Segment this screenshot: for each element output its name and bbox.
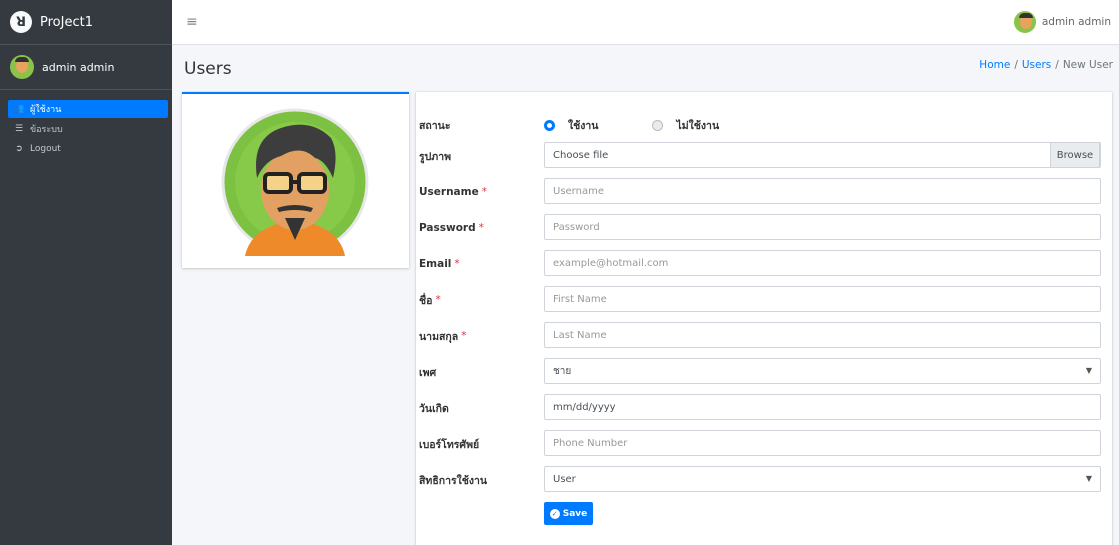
username-input[interactable]: Username: [544, 178, 1101, 204]
chevron-down-icon: ▼: [1085, 474, 1092, 483]
brand[interactable]: ꓤ ProJect1: [0, 0, 172, 45]
breadcrumb-home[interactable]: Home: [979, 59, 1010, 71]
birthday-label: วันเกิด: [419, 402, 449, 415]
breadcrumb-current: New User: [1062, 59, 1113, 71]
breadcrumb: Home / Users / New User: [979, 59, 1113, 71]
gender-select[interactable]: ชาย ▼: [544, 358, 1101, 384]
status-inactive-label: ไม่ใช้งาน: [676, 119, 720, 132]
radio-unchecked-icon[interactable]: [652, 119, 664, 131]
avatar-card: [182, 92, 409, 268]
menu-toggle-icon[interactable]: ≡: [186, 14, 198, 30]
username-label: Username *: [419, 186, 487, 198]
form-row-password: Password * Password: [416, 214, 1112, 242]
browse-button[interactable]: Browse: [1050, 142, 1100, 168]
form-row-status: สถานะ ใช้งาน ไม่ใช้งาน: [416, 111, 1112, 139]
birthday-date-input[interactable]: mm/dd/yyyy: [544, 394, 1101, 420]
sidebar-item-logout[interactable]: ➲ Logout: [8, 140, 168, 158]
form-row-role: สิทธิการใช้งาน User ▼: [416, 466, 1112, 494]
required-marker: *: [435, 294, 441, 306]
sign-out-icon: ➲: [15, 144, 23, 154]
form-row-birthday: วันเกิด mm/dd/yyyy: [416, 394, 1112, 422]
page-title: Users: [184, 59, 232, 79]
form-row-picture: รูปภาพ Choose file Browse: [416, 142, 1112, 170]
sidebar-item-system[interactable]: ☰ ข้อระบบ: [8, 120, 168, 138]
sidebar-user-panel[interactable]: admin admin: [0, 45, 172, 90]
file-input-text: Choose file: [553, 149, 609, 161]
avatar: [10, 55, 34, 79]
content-header: Users Home / Users / New User: [172, 45, 1119, 90]
status-active-label: ใช้งาน: [568, 119, 599, 132]
sidebar-nav: 👥 ผู้ใช้งาน ☰ ข้อระบบ ➲ Logout: [0, 90, 172, 158]
status-radio-group: ใช้งาน ไม่ใช้งาน: [544, 111, 773, 139]
sidebar-item-label: ข้อระบบ: [30, 125, 63, 135]
role-select[interactable]: User ▼: [544, 466, 1101, 492]
breadcrumb-users[interactable]: Users: [1022, 59, 1051, 71]
first-name-input[interactable]: First Name: [544, 286, 1101, 312]
form-row-last-name: นามสกุล * Last Name: [416, 322, 1112, 350]
email-label: Email *: [419, 258, 460, 270]
sidebar-item-users[interactable]: 👥 ผู้ใช้งาน: [8, 100, 168, 118]
sidebar: ꓤ ProJect1 admin admin 👥 ผู้ใช้งาน ☰ ข้อ…: [0, 0, 172, 545]
user-form: สถานะ ใช้งาน ไม่ใช้งาน รูปภาพ Choose fil…: [416, 92, 1112, 545]
sidebar-item-label: Logout: [30, 144, 61, 154]
role-selected-value: User: [553, 473, 576, 485]
status-label: สถานะ: [419, 119, 451, 132]
password-label: Password *: [419, 222, 484, 234]
gender-selected-value: ชาย: [553, 365, 572, 377]
check-circle-icon: ✓: [549, 508, 560, 519]
chevron-down-icon: ▼: [1085, 366, 1092, 375]
list-icon: ☰: [14, 124, 24, 134]
save-button[interactable]: ✓ Save: [544, 502, 593, 525]
topbar-user[interactable]: admin admin: [1013, 11, 1111, 33]
required-marker: *: [481, 186, 487, 198]
form-row-gender: เพศ ชาย ▼: [416, 358, 1112, 386]
topbar: ≡ admin admin: [172, 0, 1119, 45]
picture-file-input[interactable]: Choose file Browse: [544, 142, 1101, 168]
sidebar-item-label: ผู้ใช้งาน: [30, 105, 62, 115]
brand-logo-icon: ꓤ: [10, 11, 32, 33]
required-marker: *: [478, 222, 484, 234]
required-marker: *: [461, 330, 467, 342]
phone-label: เบอร์โทรศัพย์: [419, 438, 480, 451]
last-name-label: นามสกุล *: [419, 330, 467, 343]
form-row-username: Username * Username: [416, 178, 1112, 206]
required-marker: *: [454, 258, 460, 270]
save-button-label: Save: [562, 508, 588, 519]
radio-checked-icon[interactable]: [544, 119, 555, 131]
topbar-user-name: admin admin: [1041, 16, 1111, 28]
form-row-first-name: ชื่อ * First Name: [416, 286, 1112, 314]
status-inactive-option[interactable]: ไม่ใช้งาน: [652, 117, 719, 134]
sidebar-user-name: admin admin: [42, 60, 115, 74]
gender-label: เพศ: [419, 366, 437, 379]
picture-label: รูปภาพ: [419, 150, 452, 163]
form-row-phone: เบอร์โทรศัพย์ Phone Number: [416, 430, 1112, 458]
phone-input[interactable]: Phone Number: [544, 430, 1101, 456]
avatar-large: [221, 108, 369, 256]
first-name-label: ชื่อ *: [419, 294, 441, 307]
role-label: สิทธิการใช้งาน: [419, 474, 488, 487]
users-icon: 👥: [13, 104, 25, 114]
status-active-option[interactable]: ใช้งาน: [544, 117, 598, 134]
avatar: [1013, 11, 1036, 33]
brand-name: ProJect1: [40, 14, 93, 30]
password-input[interactable]: Password: [544, 214, 1101, 240]
email-input[interactable]: example@hotmail.com: [544, 250, 1101, 276]
form-row-email: Email * example@hotmail.com: [416, 250, 1112, 278]
last-name-input[interactable]: Last Name: [544, 322, 1101, 348]
